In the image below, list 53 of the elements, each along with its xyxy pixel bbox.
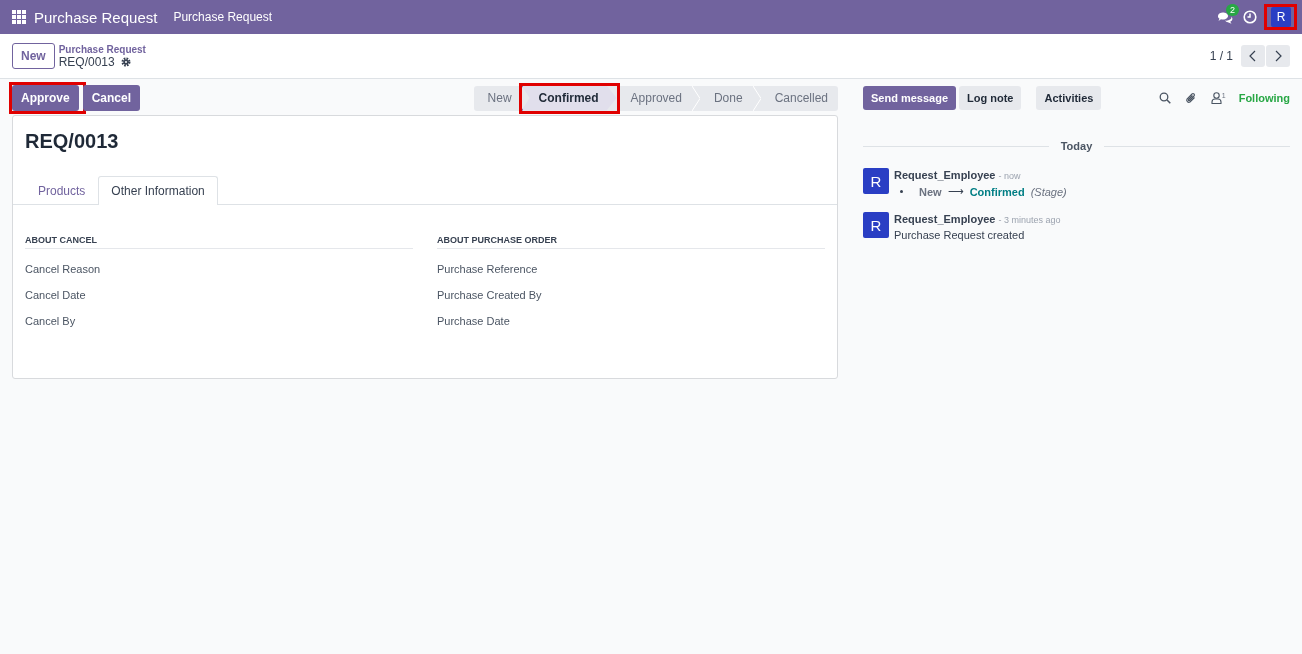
message-time: - now [998,171,1021,181]
chevron-left-icon [1249,50,1257,62]
status-stage[interactable]: New [473,85,522,111]
author-name[interactable]: Request_Employee [894,169,996,181]
status-stage[interactable]: Done [699,85,753,111]
message-body: Purchase Request created [894,229,1026,241]
group-heading: ABOUT CANCEL [25,235,413,249]
old-value: New [919,185,942,198]
record-title: REQ/0013 [24,129,120,153]
following-button[interactable]: Following [1238,92,1290,104]
pager-value: 1 / 1 [1209,49,1233,63]
author-name[interactable]: Request_Employee [894,213,996,225]
message-count-badge: 2 [1226,3,1239,16]
gear-icon[interactable] [120,56,131,67]
field-label: Cancel By [25,315,76,327]
chatter-button[interactable]: Send message [863,86,957,110]
app-name[interactable]: Purchase Request [34,8,158,26]
menu-item[interactable]: Purchase Request [173,10,273,24]
form-tab[interactable]: Products [25,176,99,205]
search-icon[interactable] [1158,92,1171,104]
status-stage[interactable]: Confirmed [521,85,617,111]
arrow-glyph: ⟶ [947,185,964,198]
breadcrumb-link[interactable]: Purchase Request [58,43,146,55]
date-separator: Today [1060,140,1093,152]
user-avatar[interactable]: R [1271,7,1291,27]
chevron-right-icon [1274,50,1282,62]
group-heading: ABOUT PURCHASE ORDER [437,235,825,249]
bullet-icon [900,190,903,193]
approve-button[interactable]: Approve [12,85,79,111]
status-stage[interactable]: Approved [616,85,692,111]
new-button[interactable]: New [12,43,55,69]
stage-separator-icon [752,85,761,111]
message-time: - 3 minutes ago [998,215,1061,225]
field-label: Cancel Date [25,289,86,301]
field-label: Purchase Created By [437,289,542,301]
clock-icon[interactable] [1243,10,1257,24]
author-avatar: R [863,212,889,238]
stage-separator-icon [691,85,700,111]
paperclip-icon[interactable] [1184,91,1197,105]
chatter-button[interactable]: Activities [1036,86,1102,110]
status-stage[interactable]: Cancelled [760,85,838,111]
person-icon[interactable] [1210,92,1222,104]
author-avatar: R [863,168,889,194]
new-value: Confirmed [969,185,1025,198]
breadcrumb-current: REQ/0013 [58,54,115,69]
chatter-button[interactable]: Log note [959,86,1022,110]
field-label: Cancel Reason [25,263,101,275]
field-label: Purchase Reference [437,263,538,275]
form-tab[interactable]: Other Information [98,176,218,205]
field-label: Purchase Date [437,315,510,327]
apps-grid-icon[interactable] [12,10,26,24]
tracked-field: (Stage) [1030,185,1067,198]
cancel-button[interactable]: Cancel [82,85,141,111]
